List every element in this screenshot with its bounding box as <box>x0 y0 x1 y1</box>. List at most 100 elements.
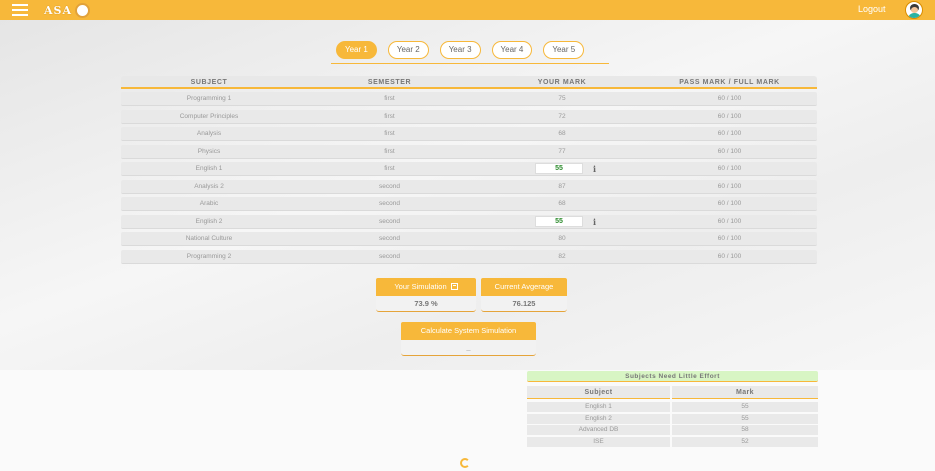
year-tabs: Year 1 Year 2 Year 3 Year 4 Year 5 <box>336 41 595 59</box>
grades-table: SUBJECT SEMESTER YOUR MARK PASS MARK / F… <box>121 76 817 267</box>
column-header-semester: SEMESTER <box>367 79 412 86</box>
subject-cell: Analysis 2 <box>194 182 224 190</box>
subject-cell: Analysis <box>196 130 222 137</box>
system-simulation-value: _ <box>401 340 536 356</box>
mark-cell: 68 <box>482 197 642 210</box>
table-row: Programming 2 second 82 60 / 100 <box>121 249 817 264</box>
mark-value: 68 <box>558 130 566 137</box>
column-header-subject: SUBJECT <box>190 79 228 86</box>
subject-cell: Physics <box>197 147 221 155</box>
little-effort-subject: English 1 <box>527 402 670 412</box>
subject-cell: Programming 2 <box>186 252 232 260</box>
little-effort-row: Advanced DB 58 <box>527 425 818 435</box>
column-header-pass-mark: PASS MARK / FULL MARK <box>679 79 780 86</box>
pass-mark-cell: 60 / 100 <box>717 95 742 102</box>
little-effort-subject: English 2 <box>527 413 670 424</box>
subject-cell: Programming 1 <box>186 95 232 102</box>
pass-mark-cell: 60 / 100 <box>717 217 742 225</box>
column-header-your-mark: YOUR MARK <box>537 79 587 86</box>
info-icon[interactable]: i <box>593 162 596 176</box>
table-row: Physics first 77 60 / 100 <box>121 144 817 159</box>
little-effort-mark: 55 <box>672 413 818 424</box>
tab-year-5[interactable]: Year 5 <box>543 41 585 59</box>
your-simulation-value: 73.9 % <box>376 296 476 312</box>
little-effort-header-mark: Mark <box>672 386 818 399</box>
top-bar: ASA Logout <box>0 0 935 20</box>
little-effort-table: Subjects Need Little Effort Subject Mark… <box>527 371 818 448</box>
user-avatar-icon[interactable] <box>905 1 923 19</box>
semester-cell: second <box>379 252 400 260</box>
your-simulation-label: Your Simulation <box>394 282 447 291</box>
info-icon[interactable]: i <box>593 215 596 229</box>
subject-cell: English 2 <box>195 217 223 225</box>
mark-value: 87 <box>558 182 566 190</box>
menu-icon[interactable] <box>12 4 28 16</box>
table-row: National Culture second 80 60 / 100 <box>121 232 817 246</box>
pass-mark-cell: 60 / 100 <box>717 165 742 172</box>
your-simulation-card: Your Simulation 73.9 % <box>376 278 476 312</box>
mark-cell: i <box>482 162 642 175</box>
little-effort-header-subject: Subject <box>527 386 670 399</box>
mark-cell: 77 <box>482 145 642 158</box>
little-effort-row: English 2 55 <box>527 413 818 424</box>
tab-year-4[interactable]: Year 4 <box>491 41 533 59</box>
little-effort-mark: 52 <box>672 436 818 447</box>
mark-cell: i <box>482 215 642 228</box>
semester-cell: first <box>384 165 395 172</box>
subject-cell: Computer Principles <box>179 112 239 120</box>
mark-cell: 80 <box>482 232 642 245</box>
mark-value: 72 <box>558 112 566 120</box>
tabs-divider <box>331 63 609 64</box>
mark-cell: 68 <box>482 127 642 140</box>
logout-link[interactable]: Logout <box>858 4 886 14</box>
mark-input[interactable] <box>535 215 583 227</box>
table-header: SUBJECT SEMESTER YOUR MARK PASS MARK / F… <box>121 76 817 89</box>
logo-badge-icon <box>75 2 91 18</box>
mark-value: 80 <box>558 235 566 242</box>
mark-cell: 87 <box>482 180 642 193</box>
subject-cell: National Culture <box>185 235 233 242</box>
subject-cell: English 1 <box>195 165 223 172</box>
mark-value: 68 <box>558 200 566 207</box>
mark-value: 82 <box>558 252 566 260</box>
app-logo[interactable]: ASA <box>44 2 91 18</box>
semester-cell: second <box>379 200 400 207</box>
system-simulation-card: Calculate System Simulation _ <box>401 322 536 356</box>
logo-text: ASA <box>44 3 73 17</box>
semester-cell: first <box>384 95 395 102</box>
current-average-value: 76.125 <box>481 296 567 312</box>
tab-year-2[interactable]: Year 2 <box>387 41 429 59</box>
pass-mark-cell: 60 / 100 <box>717 182 742 190</box>
mark-cell: 75 <box>482 92 642 105</box>
calculator-icon[interactable] <box>450 283 458 290</box>
little-effort-subject: ISE <box>527 436 670 447</box>
little-effort-row: ISE 52 <box>527 436 818 447</box>
your-simulation-header: Your Simulation <box>376 278 476 296</box>
calculate-system-simulation-button[interactable]: Calculate System Simulation <box>401 322 536 340</box>
subject-cell: Arabic <box>199 200 219 207</box>
little-effort-mark: 55 <box>672 402 818 412</box>
tab-year-3[interactable]: Year 3 <box>439 41 481 59</box>
mark-value: 77 <box>558 147 566 155</box>
little-effort-subject: Advanced DB <box>527 425 670 435</box>
pass-mark-cell: 60 / 100 <box>717 112 742 120</box>
pass-mark-cell: 60 / 100 <box>717 235 742 242</box>
semester-cell: first <box>384 147 395 155</box>
pass-mark-cell: 60 / 100 <box>717 200 742 207</box>
tab-year-1[interactable]: Year 1 <box>336 41 377 59</box>
semester-cell: second <box>379 235 400 242</box>
table-row: English 2 second i 60 / 100 <box>121 214 817 229</box>
mark-cell: 72 <box>482 110 642 123</box>
little-effort-row: English 1 55 <box>527 402 818 412</box>
pass-mark-cell: 60 / 100 <box>717 130 742 137</box>
pass-mark-cell: 60 / 100 <box>717 252 742 260</box>
semester-cell: first <box>384 112 395 120</box>
table-row: Programming 1 first 75 60 / 100 <box>121 92 817 106</box>
mark-value: 75 <box>558 95 566 102</box>
table-row: Analysis first 68 60 / 100 <box>121 127 817 141</box>
semester-cell: first <box>384 130 395 137</box>
mark-input[interactable] <box>535 163 583 174</box>
little-effort-header: Subject Mark <box>527 386 818 399</box>
refresh-icon[interactable] <box>460 458 470 468</box>
little-effort-mark: 58 <box>672 425 818 435</box>
